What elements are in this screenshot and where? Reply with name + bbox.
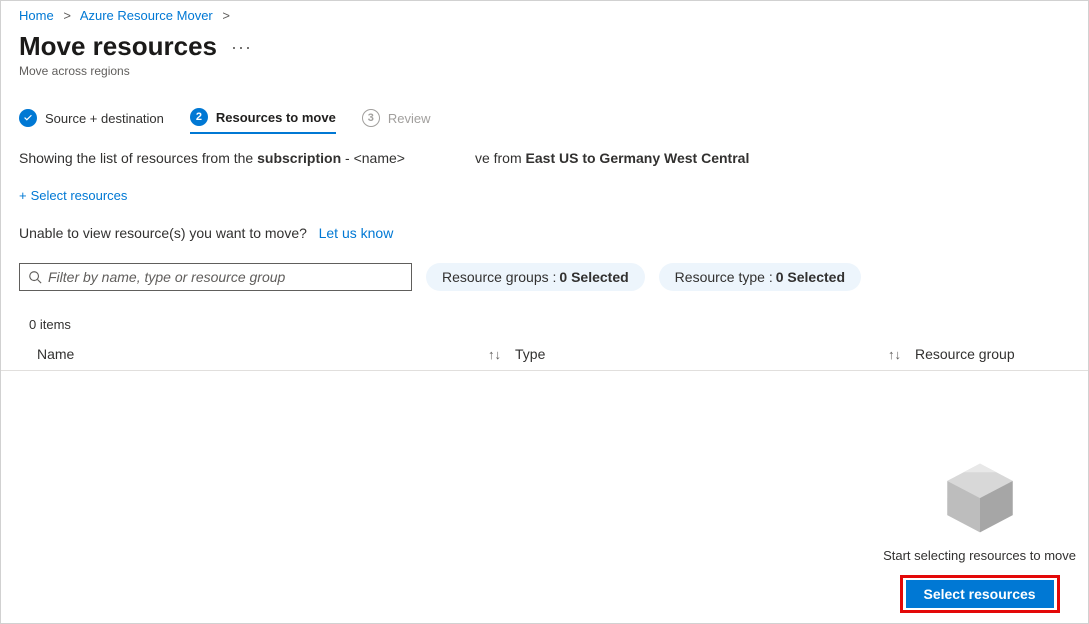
step-number-icon: 2 — [190, 108, 208, 126]
column-resource-group[interactable]: Resource group — [915, 346, 1070, 362]
sort-icon: ↑↓ — [488, 347, 501, 362]
breadcrumb: Home > Azure Resource Mover > — [1, 1, 1088, 23]
search-icon — [28, 270, 42, 284]
step-label: Resources to move — [216, 110, 336, 125]
empty-message: Start selecting resources to move — [883, 548, 1076, 563]
more-icon[interactable]: ··· — [231, 38, 252, 56]
column-type[interactable]: Type ↑↓ — [515, 346, 915, 362]
step-label: Source + destination — [45, 111, 164, 126]
table-header: Name ↑↓ Type ↑↓ Resource group — [1, 332, 1088, 371]
filter-input-wrapper[interactable] — [19, 263, 412, 291]
step-number-icon: 3 — [362, 109, 380, 127]
select-resources-link[interactable]: +Select resources — [19, 188, 127, 203]
breadcrumb-home[interactable]: Home — [19, 8, 54, 23]
step-label: Review — [388, 111, 431, 126]
highlight-frame: Select resources — [900, 575, 1060, 613]
step-resources-to-move[interactable]: 2 Resources to move — [190, 108, 336, 134]
step-review: 3 Review — [362, 108, 431, 134]
step-source-destination[interactable]: Source + destination — [19, 108, 164, 134]
empty-state: Start selecting resources to move Select… — [883, 459, 1076, 613]
plus-icon: + — [19, 188, 27, 203]
check-icon — [19, 109, 37, 127]
column-name[interactable]: Name ↑↓ — [37, 346, 515, 362]
chevron-right-icon: > — [63, 8, 71, 23]
resource-groups-filter[interactable]: Resource groups : 0 Selected — [426, 263, 645, 291]
chevron-right-icon: > — [222, 8, 230, 23]
help-text: Unable to view resource(s) you want to m… — [19, 225, 307, 241]
filter-input[interactable] — [48, 269, 403, 285]
resource-type-filter[interactable]: Resource type : 0 Selected — [659, 263, 861, 291]
page-subtitle: Move across regions — [1, 62, 1088, 78]
select-resources-button[interactable]: Select resources — [906, 580, 1054, 608]
sort-icon: ↑↓ — [888, 347, 901, 362]
page-title: Move resources — [19, 31, 217, 62]
breadcrumb-service[interactable]: Azure Resource Mover — [80, 8, 213, 23]
let-us-know-link[interactable]: Let us know — [319, 225, 394, 241]
cube-icon — [940, 459, 1020, 537]
item-count: 0 items — [1, 291, 1088, 332]
wizard-steps: Source + destination 2 Resources to move… — [1, 78, 1088, 134]
context-text: Showing the list of resources from the s… — [1, 134, 1088, 166]
